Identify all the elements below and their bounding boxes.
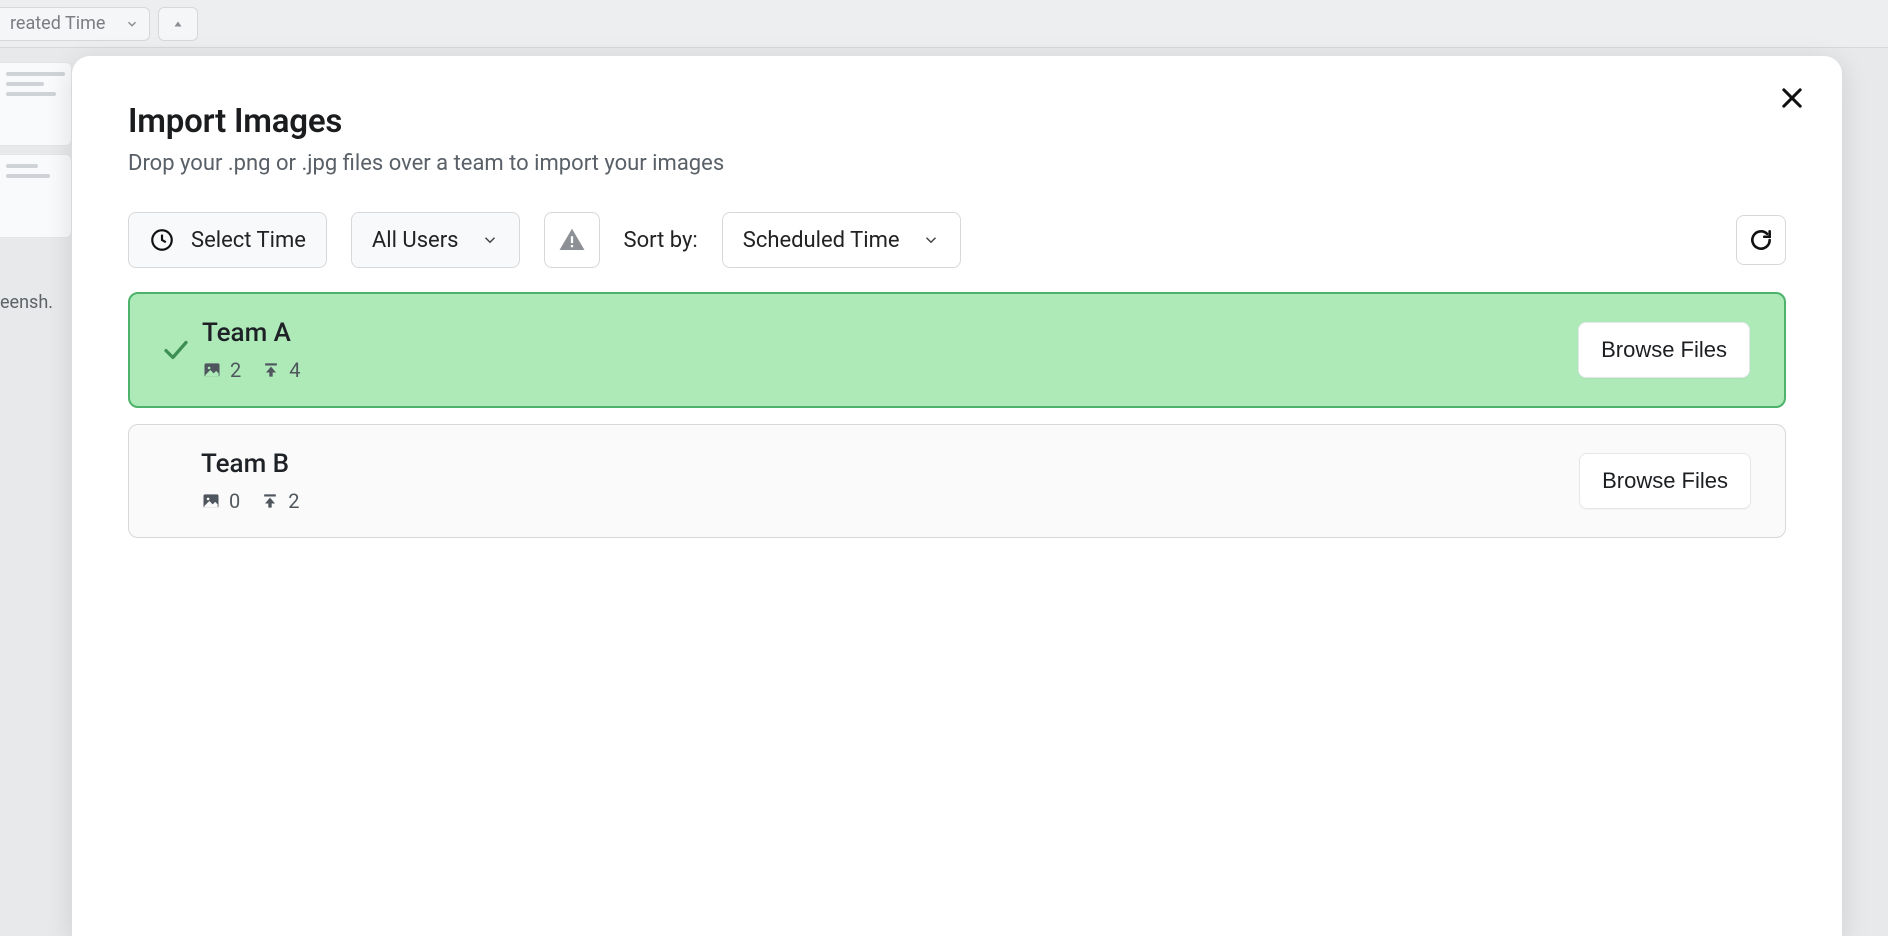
upload-icon (260, 491, 280, 511)
close-icon (1778, 84, 1806, 112)
teams-list: Team A 2 4 B (128, 292, 1786, 538)
selected-check (154, 335, 198, 365)
sort-by-dropdown[interactable]: Scheduled Time (722, 212, 961, 268)
upload-icon (261, 360, 281, 380)
team-stats: 2 4 (202, 358, 301, 382)
refresh-icon (1748, 227, 1774, 253)
import-images-modal: Import Images Drop your .png or .jpg fil… (72, 56, 1842, 936)
image-icon (202, 360, 222, 380)
background-sort-direction-button[interactable] (158, 7, 198, 41)
refresh-button[interactable] (1736, 215, 1786, 265)
modal-title: Import Images (128, 102, 1786, 141)
chevron-down-icon (481, 231, 499, 249)
warnings-button[interactable] (544, 212, 600, 268)
team-name: Team A (202, 318, 301, 348)
sort-by-label: Sort by: (624, 228, 698, 253)
triangle-up-icon (172, 18, 184, 30)
chevron-down-icon (922, 231, 940, 249)
background-partial-filename: eensh. (0, 292, 72, 313)
team-upload-count: 4 (289, 358, 300, 382)
team-stats: 0 2 (201, 489, 300, 513)
background-sort-dropdown-label: reated Time (10, 13, 105, 34)
team-upload-count: 2 (288, 489, 299, 513)
check-icon (161, 335, 191, 365)
background-topbar: reated Time (0, 0, 1888, 48)
background-card (0, 154, 72, 238)
team-row-a[interactable]: Team A 2 4 B (128, 292, 1786, 408)
browse-files-button[interactable]: Browse Files (1578, 322, 1750, 378)
team-name: Team B (201, 449, 300, 479)
warning-triangle-icon (557, 225, 587, 255)
image-icon (201, 491, 221, 511)
clock-icon (149, 227, 175, 253)
close-button[interactable] (1772, 78, 1812, 118)
users-filter-dropdown[interactable]: All Users (351, 212, 520, 268)
background-left-column: eensh. (0, 62, 72, 313)
team-image-count: 0 (229, 489, 240, 513)
select-time-label: Select Time (191, 228, 306, 253)
modal-subtitle: Drop your .png or .jpg files over a team… (128, 151, 1786, 176)
modal-toolbar: Select Time All Users Sort by: Scheduled… (128, 212, 1786, 268)
chevron-down-icon (125, 17, 139, 31)
team-image-count: 2 (230, 358, 241, 382)
sort-by-value: Scheduled Time (743, 228, 900, 253)
team-row-b[interactable]: Team B 0 2 B (128, 424, 1786, 538)
background-card (0, 62, 72, 146)
background-sort-dropdown[interactable]: reated Time (0, 7, 150, 41)
select-time-button[interactable]: Select Time (128, 212, 327, 268)
users-filter-label: All Users (372, 228, 459, 253)
browse-files-button[interactable]: Browse Files (1579, 453, 1751, 509)
